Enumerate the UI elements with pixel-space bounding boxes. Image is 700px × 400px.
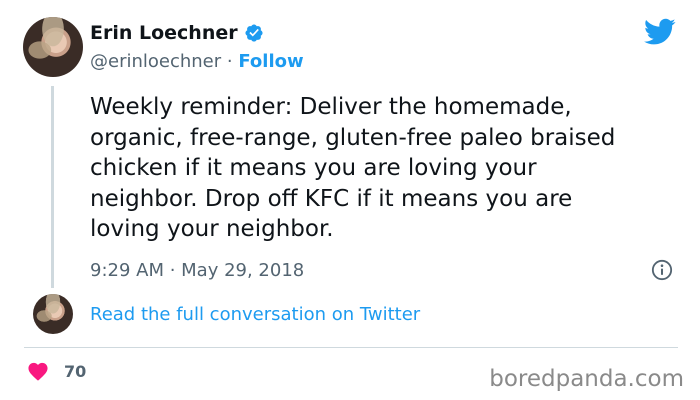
watermark: boredpanda.com [489, 366, 684, 392]
verified-badge-icon [245, 24, 263, 42]
heart-icon[interactable] [27, 361, 49, 381]
tweet-text: Weekly reminder: Deliver the homemade, o… [90, 94, 616, 242]
follow-button[interactable]: Follow [238, 51, 303, 72]
like-count: 70 [64, 362, 87, 381]
tweet-timestamp[interactable]: 9:29 AM · May 29, 2018 [90, 260, 304, 281]
reply-avatar[interactable] [33, 294, 73, 334]
handle-line: @erinloechner · Follow [90, 51, 304, 72]
twitter-bird-icon[interactable] [644, 18, 676, 46]
author-name-row[interactable]: Erin Loechner [90, 22, 264, 44]
thread-line [51, 86, 54, 288]
author-avatar[interactable] [23, 17, 83, 77]
read-conversation-link[interactable]: Read the full conversation on Twitter [90, 304, 420, 325]
divider [24, 347, 678, 348]
info-icon[interactable] [651, 259, 673, 281]
author-handle[interactable]: @erinloechner [90, 51, 221, 72]
handle-separator: · [221, 51, 239, 72]
author-name[interactable]: Erin Loechner [90, 22, 238, 44]
